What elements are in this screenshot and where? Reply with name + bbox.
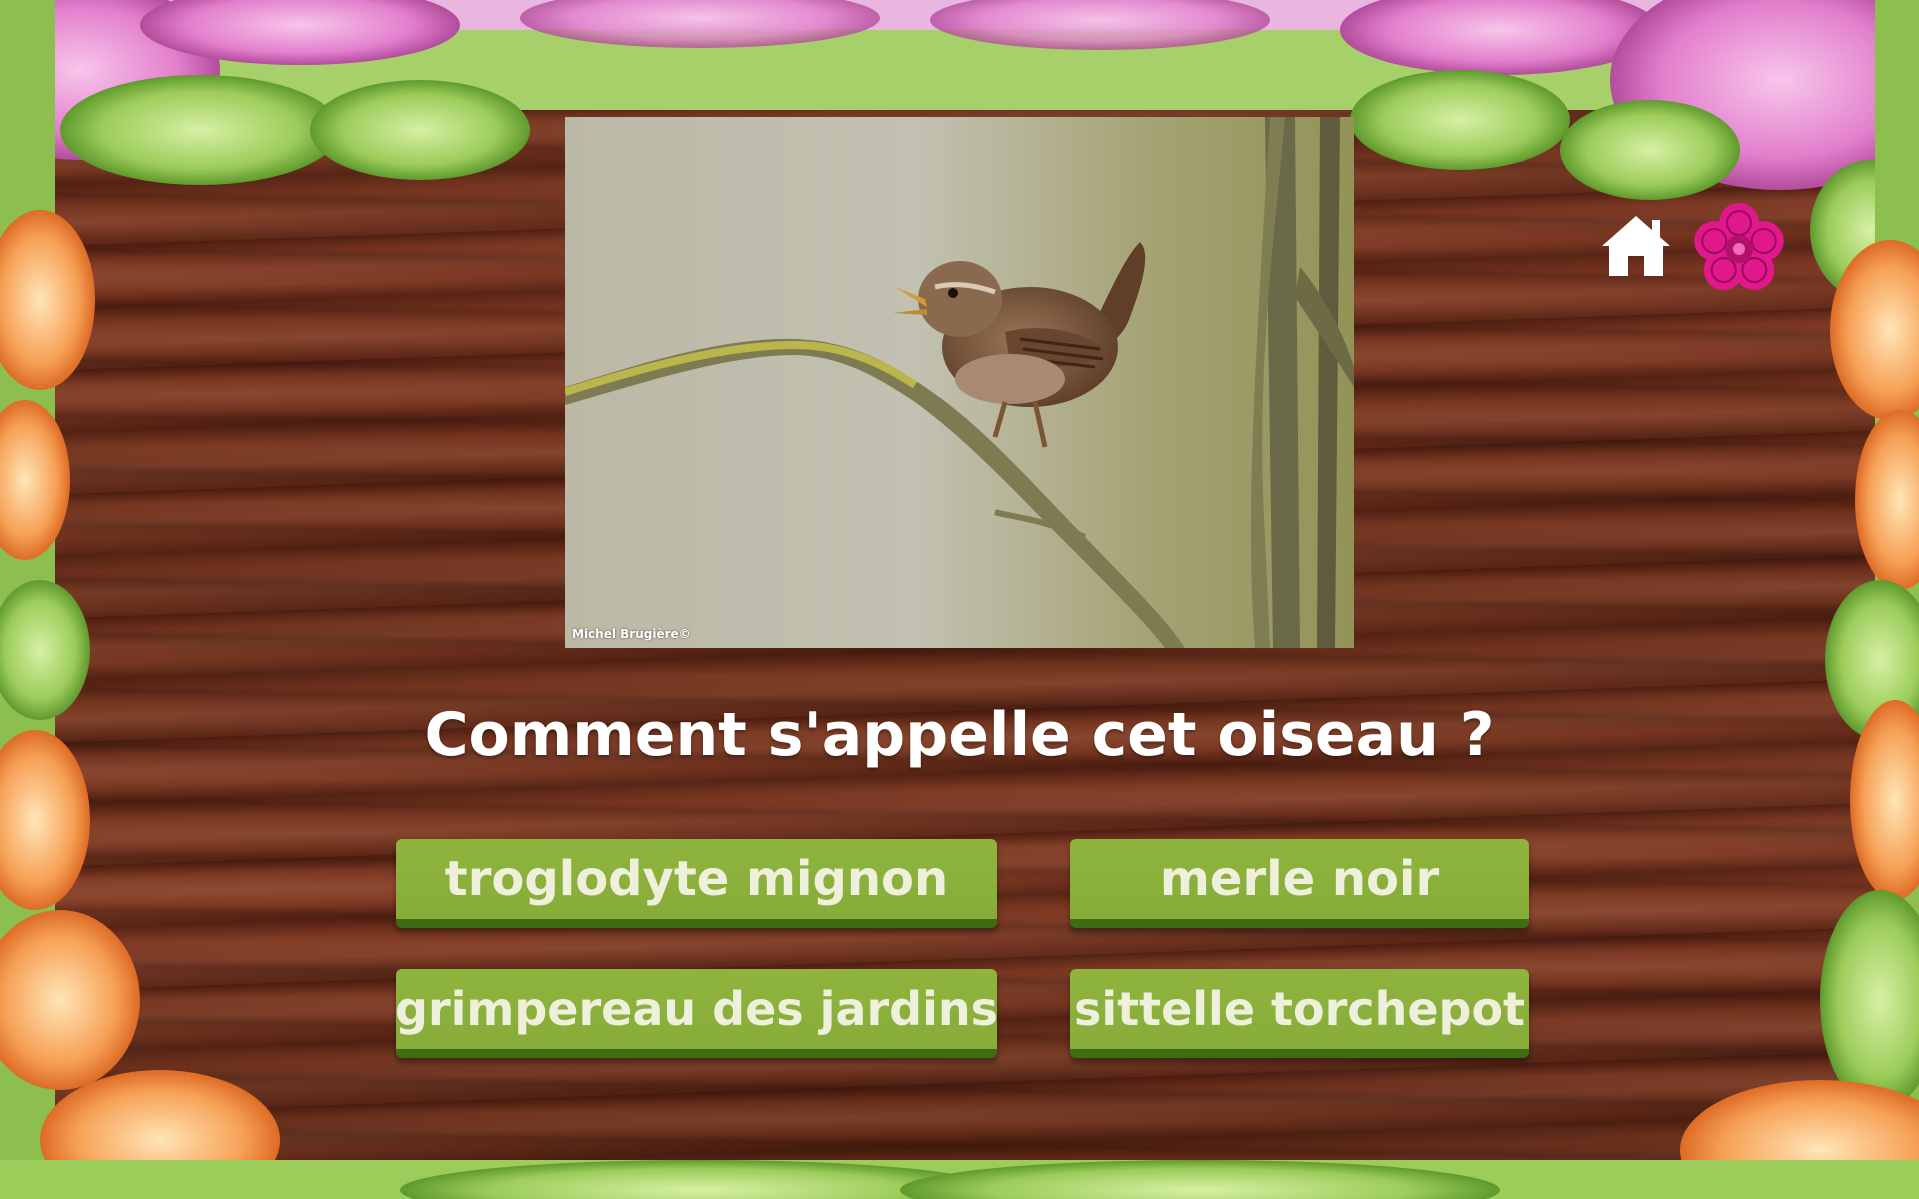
home-button[interactable] <box>1598 210 1674 280</box>
flower-icon <box>1694 203 1784 290</box>
home-icon <box>1602 216 1670 276</box>
answer-button-4[interactable]: sittelle torchepot <box>1070 969 1529 1058</box>
photo-credit: Michel Brugière© <box>572 627 691 641</box>
answer-button-2[interactable]: merle noir <box>1070 839 1529 928</box>
answer-button-1[interactable]: troglodyte mignon <box>396 839 997 928</box>
answer-button-3[interactable]: grimpereau des jardins <box>395 969 998 1058</box>
wren-illustration <box>565 117 1354 648</box>
game-screen: Michel Brugière© Comment s'appelle cet o… <box>0 0 1919 1199</box>
question-text: Comment s'appelle cet oiseau ? <box>424 700 1495 770</box>
bird-photo: Michel Brugière© <box>565 117 1354 648</box>
flower-menu-button[interactable] <box>1690 200 1788 298</box>
